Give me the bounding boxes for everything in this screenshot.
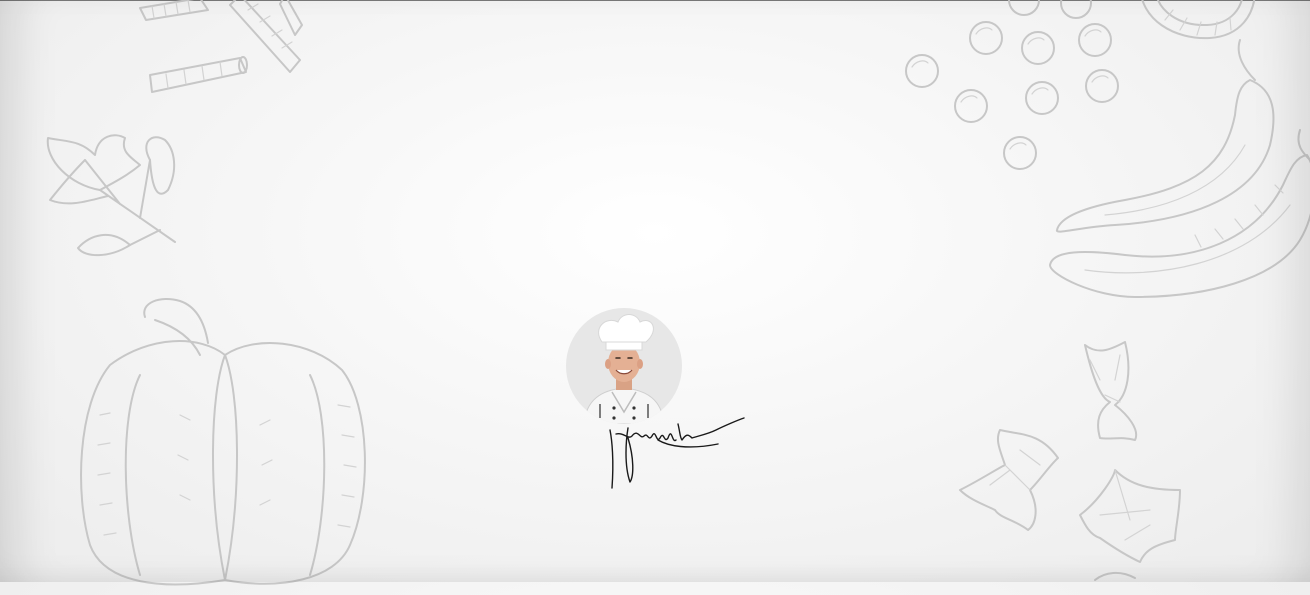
chef-portrait-icon xyxy=(583,314,665,424)
bell-pepper-icon xyxy=(80,298,366,586)
chef-avatar xyxy=(566,308,682,424)
chili-pepper-icon xyxy=(1049,39,1310,298)
signature-icon xyxy=(609,417,745,489)
penne-pasta-icon xyxy=(139,0,303,93)
farfalle-pasta-icon xyxy=(959,341,1181,581)
parsley-leaf-icon xyxy=(46,134,176,257)
